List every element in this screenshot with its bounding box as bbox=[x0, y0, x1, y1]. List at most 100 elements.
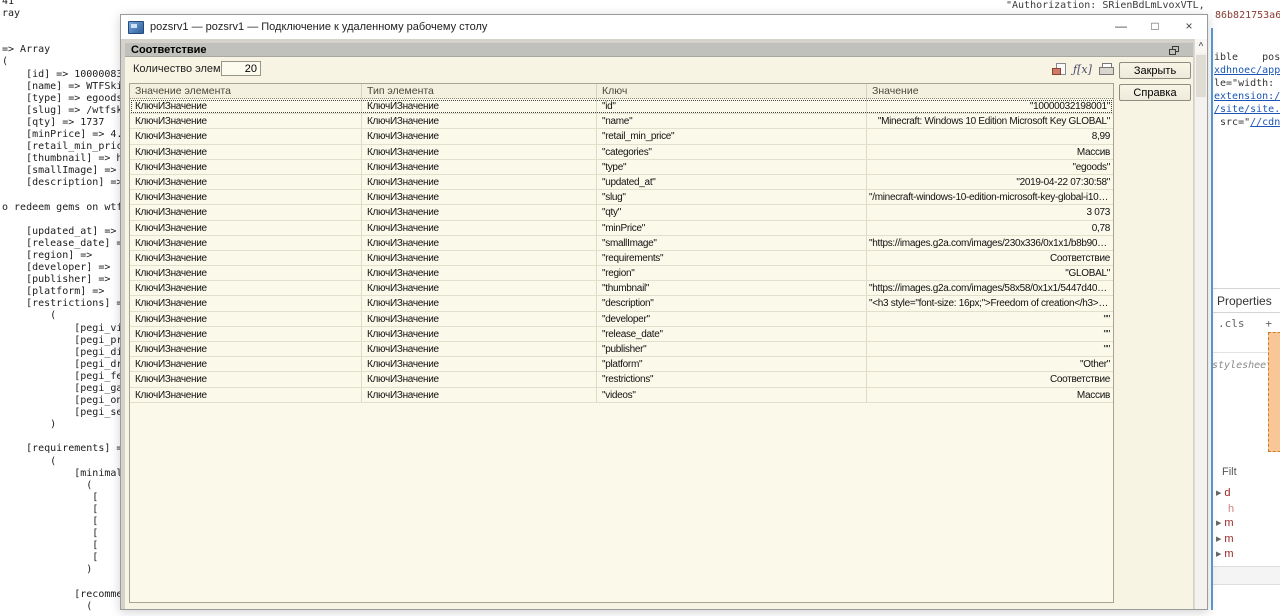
code-link[interactable]: /site/site.mi bbox=[1214, 104, 1280, 115]
close-icon[interactable]: × bbox=[1172, 15, 1206, 39]
rdp-scrollbar[interactable]: ^ bbox=[1194, 39, 1207, 609]
cell-element: КлючИЗначение bbox=[130, 99, 362, 113]
cell-value: 0,78 bbox=[867, 221, 1113, 235]
expand-arrow-icon[interactable]: ▶ bbox=[1216, 536, 1221, 543]
tab-properties[interactable]: Properties bbox=[1217, 294, 1272, 308]
window-title: pozsrv1 — pozsrv1 — Подключение к удален… bbox=[150, 21, 487, 33]
cell-type: КлючИЗначение bbox=[362, 312, 597, 326]
cell-element: КлючИЗначение bbox=[130, 312, 362, 326]
rdp-titlebar[interactable]: pozsrv1 — pozsrv1 — Подключение к удален… bbox=[121, 15, 1207, 39]
cell-key: "platform" bbox=[597, 357, 867, 371]
cell-element: КлючИЗначение bbox=[130, 205, 362, 219]
cell-key: "region" bbox=[597, 266, 867, 280]
cell-type: КлючИЗначение bbox=[362, 296, 597, 310]
devtools-item-label: m bbox=[1224, 533, 1233, 545]
table-row[interactable]: КлючИЗначениеКлючИЗначение"region""GLOBA… bbox=[130, 266, 1113, 281]
rdp-window: pozsrv1 — pozsrv1 — Подключение к удален… bbox=[120, 14, 1208, 610]
table-row[interactable]: КлючИЗначениеКлючИЗначение"qty"3 073 bbox=[130, 205, 1113, 220]
devtools-items: ▶dh▶m▶m▶m bbox=[1216, 486, 1234, 563]
cell-key: "qty" bbox=[597, 205, 867, 219]
cell-element: КлючИЗначение bbox=[130, 190, 362, 204]
cell-value: "/minecraft-windows-10-edition-microsoft… bbox=[867, 190, 1113, 204]
table-row[interactable]: КлючИЗначениеКлючИЗначение"type""egoods" bbox=[130, 160, 1113, 175]
filter-label[interactable]: Filt bbox=[1222, 466, 1237, 478]
cell-type: КлючИЗначение bbox=[362, 205, 597, 219]
code-link[interactable]: //cdn-v bbox=[1250, 117, 1280, 128]
cell-type: КлючИЗначение bbox=[362, 145, 597, 159]
cell-element: КлючИЗначение bbox=[130, 327, 362, 341]
cell-element: КлючИЗначение bbox=[130, 372, 362, 386]
scrollbar-thumb[interactable] bbox=[1196, 55, 1206, 97]
column-header-type: Тип элемента bbox=[362, 84, 597, 98]
minimize-icon[interactable]: — bbox=[1104, 15, 1138, 39]
devtools-item[interactable]: ▶m bbox=[1216, 516, 1234, 532]
table-row[interactable]: КлючИЗначениеКлючИЗначение"name""Minecra… bbox=[130, 114, 1113, 129]
table-row[interactable]: КлючИЗначениеКлючИЗначение"restrictions"… bbox=[130, 372, 1113, 387]
cell-element: КлючИЗначение bbox=[130, 160, 362, 174]
expand-arrow-icon[interactable]: ▶ bbox=[1216, 490, 1221, 497]
code-line: le="width: 0p bbox=[1214, 77, 1280, 90]
table-row[interactable]: КлючИЗначениеКлючИЗначение"slug""/minecr… bbox=[130, 190, 1113, 205]
cell-key: "updated_at" bbox=[597, 175, 867, 189]
table-row[interactable]: КлючИЗначениеКлючИЗначение"retail_min_pr… bbox=[130, 129, 1113, 144]
table-row[interactable]: КлючИЗначениеКлючИЗначение"publisher""" bbox=[130, 342, 1113, 357]
code-text: ible pos-bo bbox=[1214, 52, 1280, 63]
table-row[interactable]: КлючИЗначениеКлючИЗначение"requirements"… bbox=[130, 251, 1113, 266]
expand-arrow-icon[interactable]: ▶ bbox=[1216, 551, 1221, 558]
devtools-item[interactable]: ▶m bbox=[1216, 532, 1234, 548]
table-row[interactable]: КлючИЗначениеКлючИЗначение"platform""Oth… bbox=[130, 357, 1113, 372]
cell-value: "10000032198001" bbox=[867, 99, 1113, 113]
rdp-app-icon bbox=[128, 21, 144, 34]
count-field[interactable] bbox=[221, 61, 261, 76]
table-row[interactable]: КлючИЗначениеКлючИЗначение"thumbnail""ht… bbox=[130, 281, 1113, 296]
maximize-icon[interactable]: □ bbox=[1138, 15, 1172, 39]
table-row[interactable]: КлючИЗначениеКлючИЗначение"smallImage""h… bbox=[130, 236, 1113, 251]
cell-value: "egoods" bbox=[867, 160, 1113, 174]
cell-key: "minPrice" bbox=[597, 221, 867, 235]
table-row[interactable]: КлючИЗначениеКлючИЗначение"release_date"… bbox=[130, 327, 1113, 342]
table-row[interactable]: КлючИЗначениеКлючИЗначение"categories"Ма… bbox=[130, 145, 1113, 160]
devtools-item-label: m bbox=[1224, 548, 1233, 560]
code-link[interactable]: xdhnoec/app/ui bbox=[1214, 65, 1280, 76]
cls-button[interactable]: .cls bbox=[1218, 317, 1245, 330]
devtools-item[interactable]: ▶d bbox=[1216, 486, 1234, 502]
table-row[interactable]: КлючИЗначениеКлючИЗначение"id""100000321… bbox=[130, 99, 1113, 114]
output-list-icon[interactable] bbox=[1053, 63, 1066, 76]
cell-value: "" bbox=[867, 342, 1113, 356]
table-row[interactable]: КлючИЗначениеКлючИЗначение"description""… bbox=[130, 296, 1113, 311]
code-line: /site/site.mi bbox=[1214, 103, 1280, 116]
table-row[interactable]: КлючИЗначениеКлючИЗначение"updated_at""2… bbox=[130, 175, 1113, 190]
table-row[interactable]: КлючИЗначениеКлючИЗначение"videos"Массив bbox=[130, 388, 1113, 403]
devtools-tabs: Properties Acc bbox=[1213, 288, 1280, 313]
cell-key: "type" bbox=[597, 160, 867, 174]
print-icon[interactable] bbox=[1099, 63, 1114, 75]
cell-element: КлючИЗначение bbox=[130, 281, 362, 295]
code-link[interactable]: extension:// bbox=[1214, 91, 1280, 102]
cell-value: "Other" bbox=[867, 357, 1113, 371]
element-highlight-box bbox=[1268, 332, 1280, 452]
cell-key: "slug" bbox=[597, 190, 867, 204]
devtools-item[interactable]: ▶m bbox=[1216, 547, 1234, 563]
scroll-up-icon[interactable]: ^ bbox=[1195, 39, 1207, 53]
add-class-button[interactable]: + bbox=[1265, 317, 1272, 330]
cell-type: КлючИЗначение bbox=[362, 114, 597, 128]
cell-type: КлючИЗначение bbox=[362, 99, 597, 113]
close-dialog-button[interactable]: Закрыть bbox=[1119, 62, 1191, 79]
devtools-item[interactable]: h bbox=[1216, 502, 1234, 517]
restore-window-icon[interactable] bbox=[1169, 46, 1179, 55]
table-row[interactable]: КлючИЗначениеКлючИЗначение"developer""" bbox=[130, 312, 1113, 327]
cell-type: КлючИЗначение bbox=[362, 342, 597, 356]
cell-value: Соответствие bbox=[867, 372, 1113, 386]
cell-value: "2019-04-22 07:30:58" bbox=[867, 175, 1113, 189]
cell-type: КлючИЗначение bbox=[362, 266, 597, 280]
table-row[interactable]: КлючИЗначениеКлючИЗначение"minPrice"0,78 bbox=[130, 221, 1113, 236]
code-text: le="width: 0p bbox=[1214, 78, 1280, 89]
cell-type: КлючИЗначение bbox=[362, 357, 597, 371]
dialog-body: Количество элементов: ƒ[x] Закрыть Справ… bbox=[125, 57, 1193, 609]
help-button[interactable]: Справка bbox=[1119, 84, 1191, 101]
cell-value: "https://images.g2a.com/images/230x336/0… bbox=[867, 236, 1113, 250]
cell-type: КлючИЗначение bbox=[362, 251, 597, 265]
function-icon[interactable]: ƒ[x] bbox=[1073, 63, 1092, 76]
cell-value: "https://images.g2a.com/images/58x58/0x1… bbox=[867, 281, 1113, 295]
expand-arrow-icon[interactable]: ▶ bbox=[1216, 520, 1221, 527]
